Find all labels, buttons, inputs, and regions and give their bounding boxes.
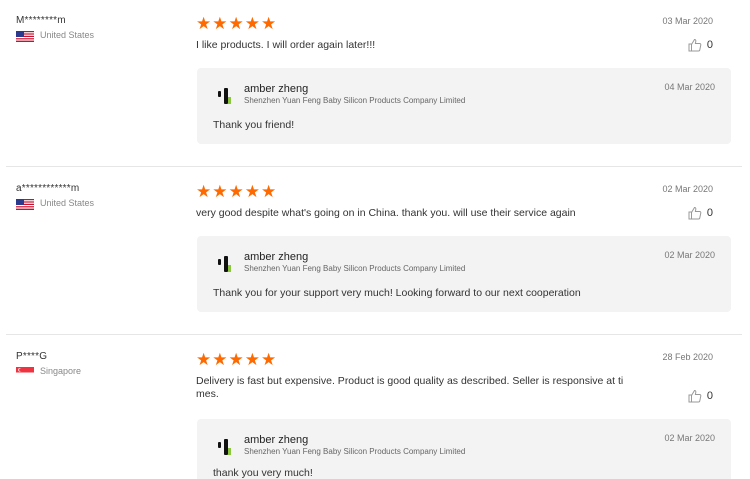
star-icon: ★ [212,350,228,369]
seller-avatar-icon [216,255,232,273]
reply-date: 02 Mar 2020 [664,433,715,443]
star-icon: ★ [196,350,212,369]
divider [6,334,742,335]
review-item: a************m United States ★ ★ ★ ★ ★ 0… [0,168,750,335]
reviewer-name: M********m [16,15,66,26]
review-item: M********m United States ★ ★ ★ ★ ★ 03 Ma… [0,0,750,167]
seller-company: Shenzhen Yuan Feng Baby Silicon Products… [244,447,466,456]
reviewer-name: P****G [16,351,48,362]
star-icon: ★ [228,14,244,33]
reviewer-country: United States [16,197,95,210]
divider [6,166,742,167]
review-text: I like products. I will order again late… [196,39,376,51]
like-button[interactable]: 0 [688,389,713,403]
like-button[interactable]: 0 [688,38,713,52]
star-rating: ★ ★ ★ ★ ★ [196,351,276,368]
seller-reply: amber zheng Shenzhen Yuan Feng Baby Sili… [197,419,731,479]
like-count: 0 [706,390,713,402]
star-rating: ★ ★ ★ ★ ★ [196,15,276,32]
thumbs-up-icon [688,38,702,52]
seller-avatar-icon [216,438,232,456]
seller-reply: amber zheng Shenzhen Yuan Feng Baby Sili… [197,236,731,312]
like-button[interactable]: 0 [688,206,713,220]
seller-company: Shenzhen Yuan Feng Baby Silicon Products… [244,264,466,273]
country-name: United States [40,29,95,40]
star-icon: ★ [212,182,228,201]
country-name: Singapore [40,365,82,376]
star-icon: ★ [261,14,277,33]
reviewer-name: a************m [16,183,80,194]
reply-date: 02 Mar 2020 [664,250,715,260]
star-icon: ★ [212,14,228,33]
reviewer-country: Singapore [16,365,82,378]
star-icon: ★ [228,182,244,201]
star-rating: ★ ★ ★ ★ ★ [196,183,276,200]
thumbs-up-icon [688,389,702,403]
us-flag-icon [16,29,34,42]
star-icon: ★ [261,182,277,201]
star-icon: ★ [244,182,260,201]
review-text: very good despite what's going on in Chi… [196,207,576,219]
reply-date: 04 Mar 2020 [664,82,715,92]
seller-reply: amber zheng Shenzhen Yuan Feng Baby Sili… [197,68,731,144]
reply-text: Thank you for your support very much! Lo… [213,287,581,299]
seller-avatar-icon [216,87,232,105]
seller-name: amber zheng [244,251,309,263]
star-icon: ★ [261,350,277,369]
star-icon: ★ [244,350,260,369]
reviewer-info: M********m United States [16,15,95,42]
seller-name: amber zheng [244,434,309,446]
review-date: 02 Mar 2020 [662,184,713,194]
reviewer-info: P****G Singapore [16,351,82,378]
seller-name: amber zheng [244,83,309,95]
country-name: United States [40,197,95,208]
review-date: 03 Mar 2020 [662,16,713,26]
like-count: 0 [706,207,713,219]
reply-text: Thank you friend! [213,119,295,131]
reviewer-country: United States [16,29,95,42]
thumbs-up-icon [688,206,702,220]
star-icon: ★ [244,14,260,33]
like-count: 0 [706,39,713,51]
review-item: P****G Singapore ★ ★ ★ ★ ★ 28 Feb 2020 D… [0,336,750,479]
star-icon: ★ [228,350,244,369]
review-date: 28 Feb 2020 [662,352,713,362]
star-icon: ★ [196,14,212,33]
seller-company: Shenzhen Yuan Feng Baby Silicon Products… [244,96,466,105]
singapore-flag-icon [16,365,34,378]
reviewer-info: a************m United States [16,183,95,210]
reply-text: thank you very much! [213,467,313,479]
star-icon: ★ [196,182,212,201]
review-text: Delivery is fast but expensive. Product … [196,375,624,400]
us-flag-icon [16,197,34,210]
